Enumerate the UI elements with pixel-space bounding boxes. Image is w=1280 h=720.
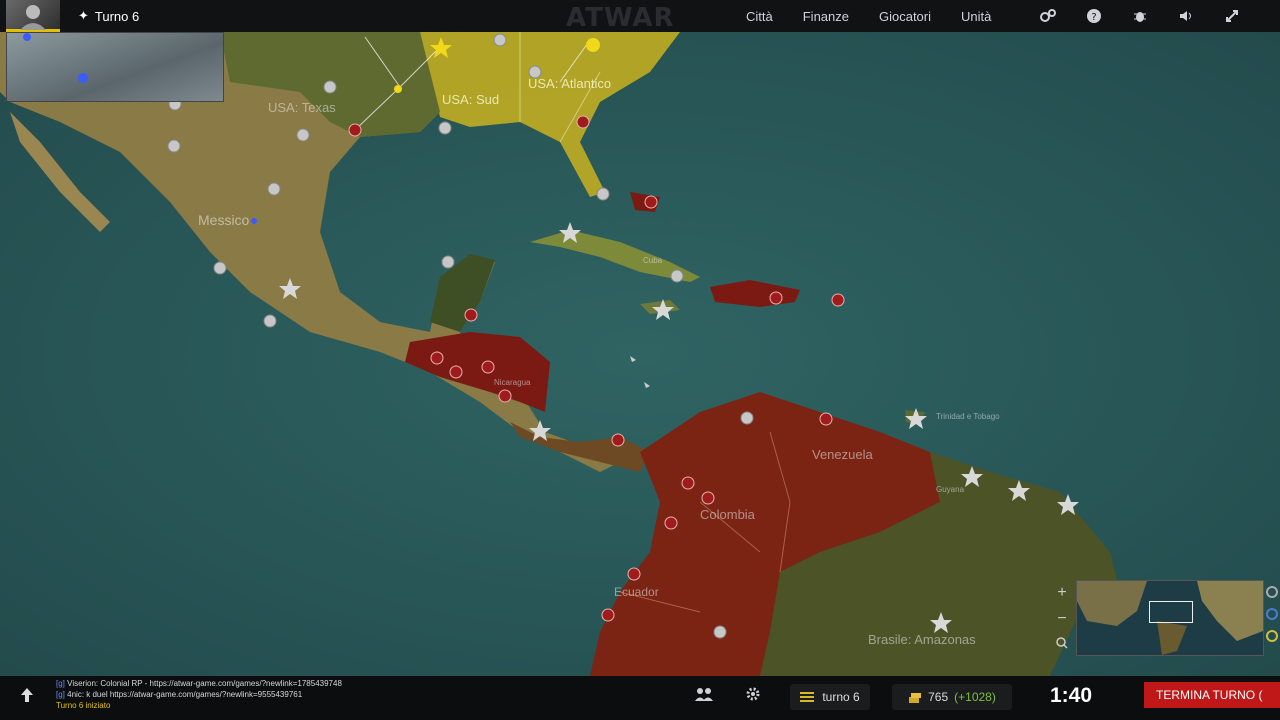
region-label-usa-atlantico: USA: Atlantico [528, 76, 612, 91]
fullscreen-icon[interactable] [1220, 4, 1244, 28]
region-label-nicaragua: Nicaragua [494, 378, 531, 387]
nav-giocatori[interactable]: Giocatori [879, 9, 931, 24]
top-nav: Città Finanze Giocatori Unità [746, 0, 1021, 32]
region-label-brasile: Brasile: Amazonas [868, 632, 976, 647]
region-label-trinidad: Trinidad e Tobago [936, 412, 1000, 421]
layer-toggle-2[interactable] [1266, 608, 1278, 620]
layer-toggle-1[interactable] [1266, 586, 1278, 598]
plus-star-icon: ✦ [78, 8, 89, 23]
zoom-out-button[interactable]: − [1050, 606, 1074, 632]
chat-tag: [g] [56, 679, 65, 688]
top-bar: ✦ Turno 6 ATWAR Città Finanze Giocatori … [0, 0, 1280, 33]
chat-text: 4nic: k duel https://atwar-game.com/game… [67, 690, 303, 699]
layer-toggle-3[interactable] [1266, 630, 1278, 642]
gold-counter[interactable]: 765 (+1028) [892, 684, 1012, 710]
cursor-arrow-icon [630, 356, 650, 388]
region-label-usa-sud: USA: Sud [442, 92, 500, 107]
settings-gear-icon[interactable] [741, 686, 765, 708]
back-arrow-icon[interactable] [18, 686, 40, 708]
turn-bars-icon [800, 692, 815, 702]
region-label-texas: USA: Texas [268, 100, 336, 115]
chat-system-message: Turno 6 iniziato [56, 701, 111, 710]
end-turn-button[interactable]: TERMINA TURNO ( [1144, 682, 1280, 708]
sound-icon[interactable] [1174, 4, 1198, 28]
avatar-portrait-icon [20, 5, 46, 30]
nav-unita[interactable]: Unità [961, 9, 991, 24]
turn-indicator: ✦ Turno 6 [78, 8, 139, 24]
region-label-cuba: Cuba [643, 256, 663, 265]
zoom-controls: + − [1050, 580, 1074, 658]
region-label-colombia: Colombia [700, 507, 755, 522]
nav-citta[interactable]: Città [746, 9, 773, 24]
turn-timer: 1:40 [1050, 684, 1093, 707]
zoom-search-icon[interactable] [1050, 632, 1074, 658]
chat-tag: [g] [56, 690, 65, 699]
player-avatar[interactable] [6, 0, 60, 32]
chat-line: [g] 4nic: k duel https://atwar-game.com/… [56, 689, 616, 700]
region-label-ecuador: Ecuador [614, 585, 659, 599]
turn-counter-text: turno 6 [822, 690, 860, 704]
region-label-guyana: Guyana [936, 485, 965, 494]
corner-thumbnail[interactable] [6, 32, 224, 102]
region-label-venezuela: Venezuela [812, 447, 873, 462]
gold-amount: 765 [928, 690, 949, 704]
bottom-bar: [g] Viserion: Colonial RP - https://atwa… [0, 676, 1280, 720]
minimap-viewport[interactable] [1149, 601, 1193, 623]
game-logo: ATWAR [566, 3, 675, 33]
minimap[interactable] [1076, 580, 1264, 656]
side-indicators [1264, 580, 1280, 652]
help-icon[interactable]: ? [1082, 4, 1106, 28]
top-icons: ? [1036, 0, 1266, 32]
chat-line: [g] Viserion: Colonial RP - https://atwa… [56, 678, 616, 689]
gears-icon[interactable] [1036, 4, 1060, 28]
gold-coins-icon [909, 693, 922, 703]
turn-label-text: Turno 6 [94, 8, 140, 24]
chat-log: [g] Viserion: Colonial RP - https://atwa… [56, 678, 616, 711]
corner-thumbnail-art [23, 33, 88, 83]
players-icon[interactable] [692, 686, 716, 708]
bug-icon[interactable] [1128, 4, 1152, 28]
chat-text: Viserion: Colonial RP - https://atwar-ga… [67, 679, 342, 688]
nav-finanze[interactable]: Finanze [803, 9, 849, 24]
gold-income: (+1028) [954, 690, 996, 704]
turn-counter[interactable]: turno 6 [790, 684, 870, 710]
region-label-messico: Messico [198, 212, 250, 228]
zoom-in-button[interactable]: + [1050, 580, 1074, 606]
svg-text:?: ? [1091, 12, 1096, 23]
